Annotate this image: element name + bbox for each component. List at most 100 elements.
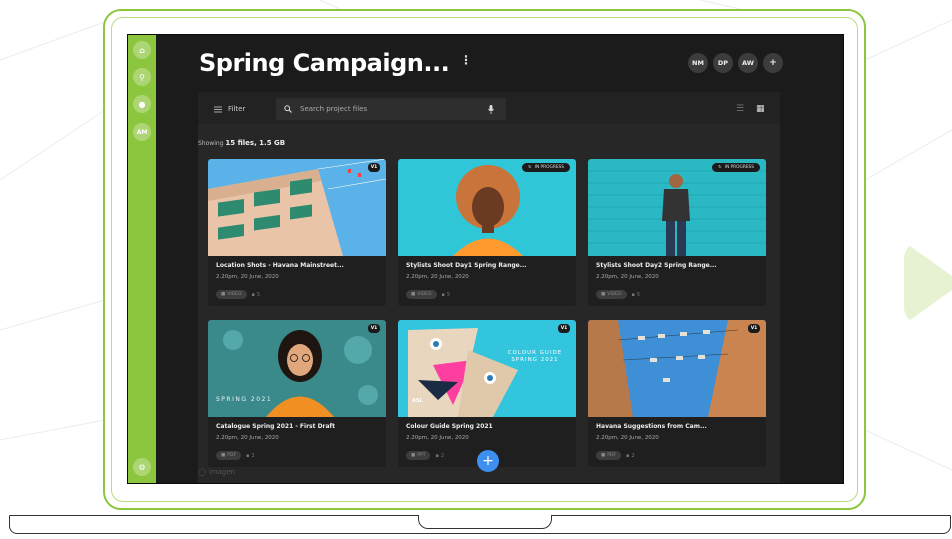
comment-icon: ▪	[251, 291, 255, 298]
comment-count-value: 5	[256, 291, 261, 298]
comment-count[interactable]: ▪ 2	[626, 453, 635, 459]
files-summary-value: 15 files, 1.5 GB	[225, 139, 286, 147]
progress-badge: ↻ IN PROGRESS	[712, 163, 760, 172]
progress-label: IN PROGRESS	[534, 165, 564, 170]
search-bar[interactable]	[276, 98, 506, 120]
grid-view-icon[interactable]: ▦	[756, 104, 765, 114]
comment-count-value: 2	[251, 452, 255, 459]
file-card[interactable]: ↻ IN PROGRESS Stylists Shoot Day1 Spring…	[398, 159, 576, 306]
file-date: 2.20pm, 20 June, 2020	[216, 435, 279, 441]
file-type-pill: ■ PDF	[216, 451, 242, 460]
filter-label: Filter	[228, 105, 246, 113]
comment-count-value: 5	[446, 291, 451, 298]
list-view-icon[interactable]: ☰	[736, 104, 744, 114]
file-title: Stylists Shoot Day1 Spring Range...	[406, 262, 527, 269]
file-type-pill: ■ VIDEO	[596, 290, 627, 299]
file-type-label: VIDEO	[227, 292, 242, 297]
file-card[interactable]: V1 Havana Suggestions from Cam... 2.20pm…	[588, 320, 766, 467]
collaborator-avatar[interactable]: DP	[713, 53, 733, 73]
progress-icon: ↻	[528, 165, 532, 170]
files-summary: Showing 15 files, 1.5 GB	[198, 139, 285, 147]
version-badge: V1	[558, 324, 570, 333]
file-card[interactable]: SPRING 2021 V1 Catalogue Spring 2021 - F…	[208, 320, 386, 467]
settings-icon[interactable]: ⚙	[133, 458, 151, 476]
comment-icon: ▪	[435, 452, 439, 459]
file-date: 2.20pm, 20 June, 2020	[216, 274, 279, 280]
file-thumbnail: SPRING 2021	[208, 320, 386, 417]
page-title: Spring Campaign...	[199, 49, 450, 77]
file-meta: ■ VIDEO ▪ 5	[216, 290, 260, 299]
file-card[interactable]: V1 Location Shots - Havana Mainstreet...…	[208, 159, 386, 306]
file-type-pill: ■ VIDEO	[216, 290, 247, 299]
file-date: 2.20pm, 20 June, 2020	[406, 435, 469, 441]
file-type-pill: ■ VIDEO	[406, 290, 437, 299]
file-title: Colour Guide Spring 2021	[406, 423, 493, 430]
file-type-label: PPT	[417, 453, 426, 458]
filter-icon	[214, 106, 222, 112]
comment-icon: ▪	[626, 452, 630, 459]
file-thumbnail	[398, 159, 576, 256]
file-type-label: PDF	[607, 453, 617, 458]
home-icon[interactable]: ⌂	[133, 41, 151, 59]
progress-label: IN PROGRESS	[724, 165, 754, 170]
file-date: 2.20pm, 20 June, 2020	[406, 274, 469, 280]
file-type-pill: ■ PDF	[596, 451, 622, 460]
file-thumbnail	[208, 159, 386, 256]
file-type-label: VIDEO	[417, 292, 432, 297]
search-input[interactable]	[300, 105, 480, 113]
comment-icon: ▪	[631, 291, 635, 298]
collaborator-avatar[interactable]: AW	[738, 53, 758, 73]
video-icon: ■	[221, 292, 226, 297]
file-thumbnail	[588, 320, 766, 417]
video-icon: ■	[601, 292, 606, 297]
file-thumbnail	[588, 159, 766, 256]
thumbnail-overlay-text: COLOUR GUIDE SPRING 2021	[507, 350, 563, 363]
laptop-notch	[418, 515, 552, 529]
file-date: 2.20pm, 20 June, 2020	[596, 435, 659, 441]
version-badge: V1	[368, 324, 380, 333]
file-meta: ■ PDF ▪ 2	[216, 451, 255, 460]
comment-icon: ▪	[441, 291, 445, 298]
file-type-label: VIDEO	[607, 292, 622, 297]
file-card[interactable]: COLOUR GUIDE SPRING 2021 ASL V1 Colour G…	[398, 320, 576, 467]
app-screen: ⌂ ⚲ ● AM ⚙ Spring Campaign... ⋮ NM DP AW…	[127, 34, 844, 484]
comment-count-value: 2	[440, 452, 445, 459]
add-file-button[interactable]: +	[477, 450, 499, 472]
search-icon	[284, 105, 292, 113]
comment-icon: ▪	[246, 452, 250, 459]
comment-count[interactable]: ▪ 2	[435, 453, 444, 459]
comment-count[interactable]: ▪ 5	[632, 292, 641, 298]
file-title: Havana Suggestions from Cam...	[596, 423, 707, 430]
file-title: Location Shots - Havana Mainstreet...	[216, 262, 344, 269]
user-avatar[interactable]: AM	[133, 123, 151, 141]
file-meta: ■ PPT ▪ 2	[406, 451, 444, 460]
file-title: Catalogue Spring 2021 - First Draft	[216, 423, 336, 430]
filter-button[interactable]: Filter	[208, 100, 251, 118]
version-badge: V1	[748, 324, 760, 333]
collaborator-avatar[interactable]: NM	[688, 53, 708, 73]
comment-count-value: 2	[631, 452, 635, 459]
progress-icon: ↻	[718, 165, 722, 170]
file-type-pill: ■ PPT	[406, 451, 431, 460]
document-icon: ■	[411, 453, 416, 458]
version-badge: V1	[368, 163, 380, 172]
search-icon[interactable]: ⚲	[133, 68, 151, 86]
logo-icon: ◯	[198, 468, 206, 476]
add-user-icon[interactable]: +	[763, 53, 783, 73]
comment-count[interactable]: ▪ 5	[442, 292, 451, 298]
video-icon: ■	[411, 292, 416, 297]
comment-count[interactable]: ▪ 2	[246, 453, 255, 459]
file-meta: ■ VIDEO ▪ 5	[596, 290, 640, 299]
decorative-arrow-shape	[904, 246, 952, 320]
file-thumbnail: COLOUR GUIDE SPRING 2021 ASL	[398, 320, 576, 417]
progress-badge: ↻ IN PROGRESS	[522, 163, 570, 172]
files-summary-prefix: Showing	[198, 140, 224, 147]
thumbnail-overlay-text: SPRING 2021	[216, 396, 273, 403]
title-menu-icon[interactable]: ⋮	[460, 53, 472, 67]
bell-icon[interactable]: ●	[133, 95, 151, 113]
file-card[interactable]: ↻ IN PROGRESS Stylists Shoot Day2 Spring…	[588, 159, 766, 306]
file-title: Stylists Shoot Day2 Spring Range...	[596, 262, 717, 269]
comment-count[interactable]: ▪ 5	[252, 292, 261, 298]
file-type-label: PDF	[227, 453, 237, 458]
microphone-icon[interactable]	[488, 104, 494, 114]
